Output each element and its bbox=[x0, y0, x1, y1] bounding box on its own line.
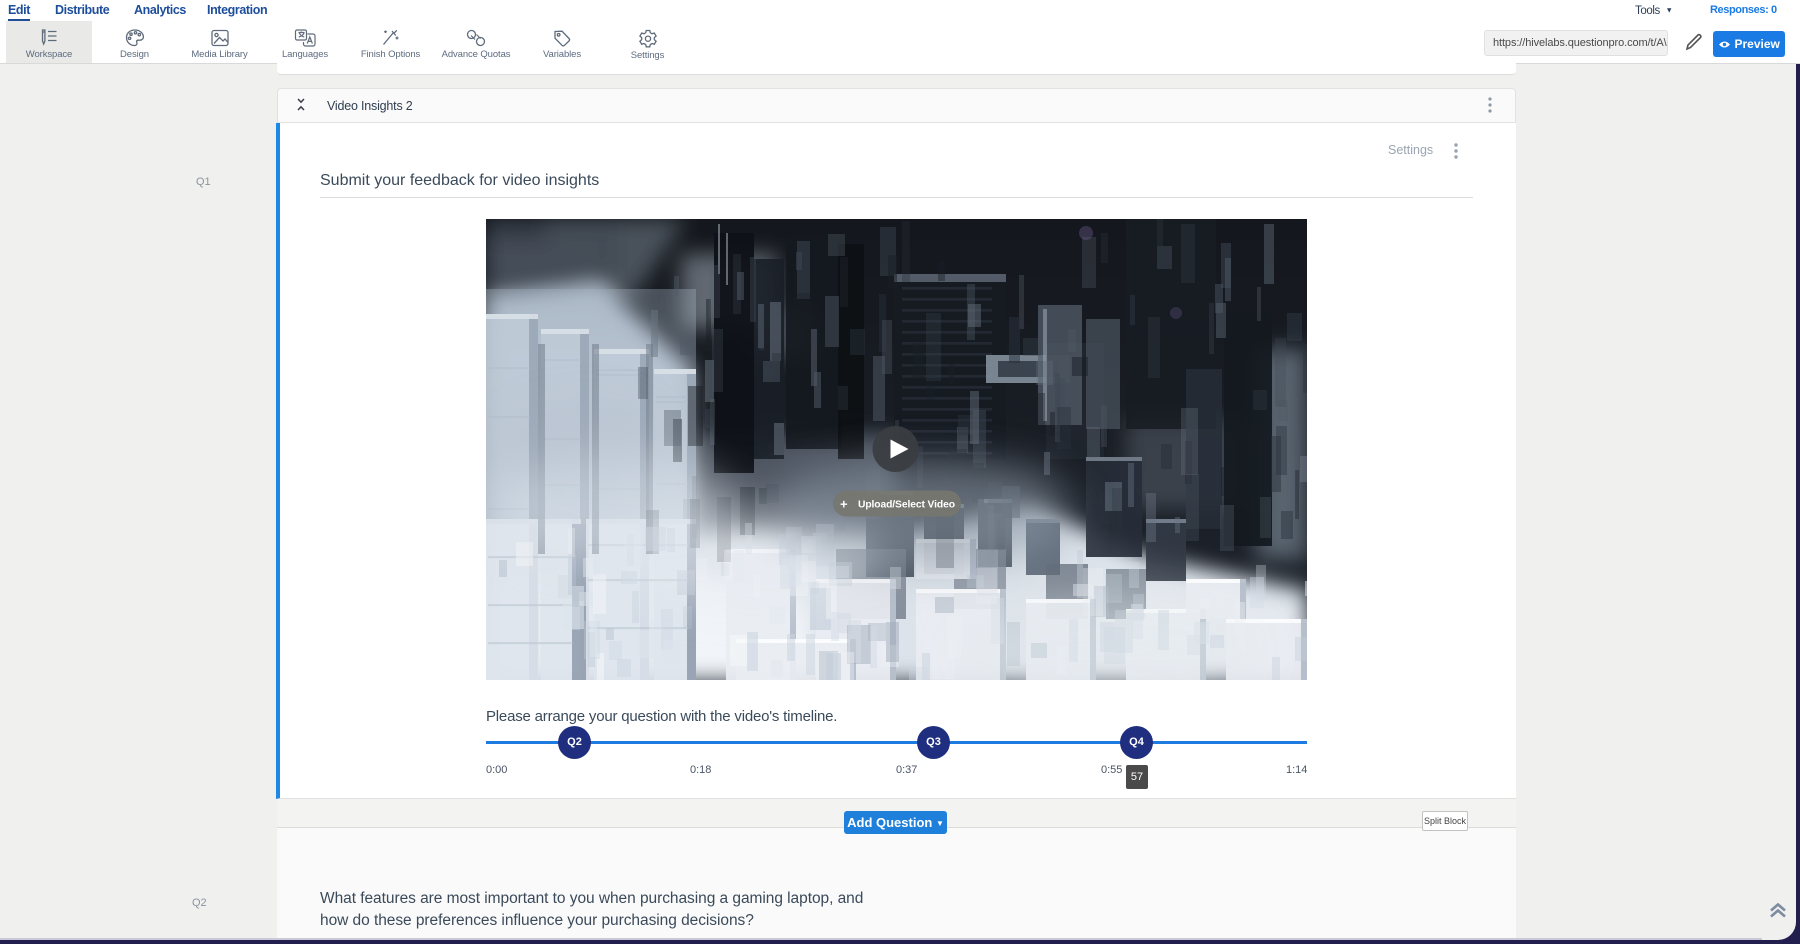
svg-text:+: + bbox=[840, 497, 848, 512]
svg-text:Upload/Select Video: Upload/Select Video bbox=[858, 500, 955, 511]
